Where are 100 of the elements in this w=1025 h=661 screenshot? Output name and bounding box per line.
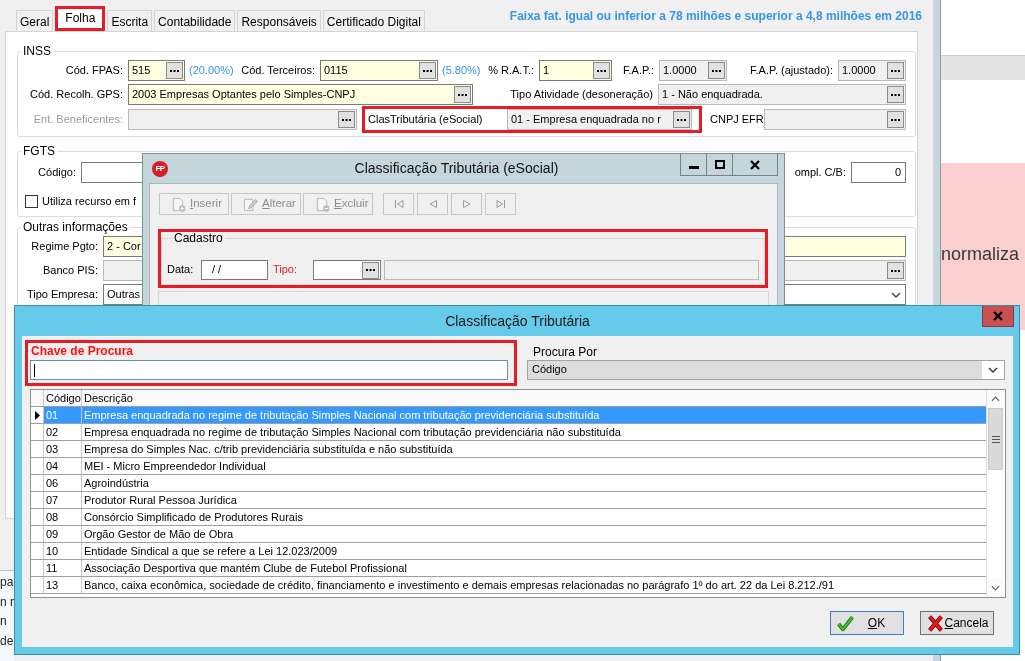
table-cell-text: Banco, caixa econômica, sociedade de crédito, financiamento e investimento e demais empresas relacionadas no parágrafo 1º do art. 22 da Lei 8.212./91 — [83, 578, 836, 593]
table-row[interactable]: 10 Entidade Sindical a que se refere a Lei 12.023/2009 — [31, 543, 986, 560]
ellipsis-icon — [597, 69, 606, 72]
lookup-button[interactable] — [887, 86, 904, 103]
tab[interactable]: Contabilidade — [154, 10, 236, 31]
text-field[interactable]: 2003 Empresas Optantes pelo Simples-CNPJ — [128, 84, 473, 105]
checkbox[interactable] — [25, 195, 38, 208]
text-field[interactable]: 1 — [539, 60, 612, 81]
ellipsis-icon — [891, 93, 900, 96]
text-fragment: n r — [0, 593, 14, 611]
field-label: Regime Pgto: — [30, 239, 98, 254]
tab[interactable]: Folha — [55, 6, 106, 31]
check-icon — [837, 614, 854, 632]
text-field[interactable]: 1.0000 — [838, 60, 906, 81]
date-field[interactable]: / / — [201, 260, 268, 280]
table-row[interactable]: 11 Associação Desportiva que mantém Clube de Futebol Profissional — [31, 560, 986, 577]
table-cell-text: Consórcio Simplificado de Produtores Rurais — [83, 510, 304, 525]
table-cell: 13 — [44, 577, 82, 593]
tab[interactable]: Responsáveis — [237, 10, 321, 31]
ellipsis-icon — [891, 269, 900, 272]
lookup-button[interactable] — [887, 262, 904, 279]
ellipsis-icon — [891, 118, 900, 121]
table-row[interactable]: 08 Consórcio Simplificado de Produtores Rurais — [31, 509, 986, 526]
ok-button[interactable]: OK — [830, 611, 904, 635]
triangle-right-icon — [461, 199, 472, 209]
lookup-button[interactable] — [673, 111, 690, 128]
text-field[interactable]: 0115 — [320, 60, 438, 81]
table-cell: 11 — [44, 560, 82, 576]
field-label: Tipo Atividade (desoneração) — [509, 87, 653, 102]
lookup-button[interactable] — [166, 62, 183, 79]
lookup-button[interactable] — [338, 111, 355, 128]
group-title: Outras informações — [22, 221, 129, 234]
text-field[interactable]: 515 — [128, 60, 185, 81]
text-cursor-icon — [34, 363, 35, 377]
tab[interactable]: Certificado Digital — [322, 10, 425, 31]
table-cell-text: Empresa do Simples Nac. c/trib previdenciária substituída e não substituída — [83, 442, 454, 457]
table-cell: 04 — [44, 458, 82, 474]
table-row[interactable]: 07 Produtor Rural Pessoa Jurídica — [31, 492, 986, 509]
table-row[interactable]: 04 MEI - Micro Empreendedor Individual — [31, 458, 986, 475]
search-field[interactable] — [30, 360, 508, 380]
table-cell: 09 — [44, 526, 82, 542]
lookup-button[interactable] — [887, 111, 904, 128]
dropdown[interactable]: Código — [527, 360, 1005, 380]
close-button[interactable] — [733, 154, 778, 176]
rate-text: (5.80%) — [442, 63, 482, 78]
checkbox-label: Utiliza recurso em f — [42, 194, 137, 209]
maximize-button[interactable] — [707, 154, 733, 176]
scrollbar-thumb[interactable] — [988, 408, 1003, 470]
text-field[interactable] — [384, 260, 759, 280]
window-title: Classificação Tributária — [445, 312, 590, 330]
table-cell-text: Entidade Sindical a que se refere a Lei 12.023/2009 — [83, 544, 339, 559]
tab[interactable]: Geral — [16, 10, 54, 31]
close-icon — [750, 159, 760, 170]
column-header[interactable]: Descrição — [82, 390, 986, 406]
minimize-icon — [688, 165, 699, 169]
table-cell: Empresa enquadrada no regime de tributação Simples Nacional com tributação previdenciária substituída — [82, 407, 986, 423]
ellipsis-icon — [423, 69, 432, 72]
scrollbar[interactable] — [986, 390, 1004, 596]
column-header[interactable]: Código — [44, 390, 82, 406]
lookup-button[interactable] — [887, 62, 904, 79]
table-cell-text: Empresa enquadrada no regime de tributação Simples Nacional com tributação previdenciária não substituída — [83, 425, 622, 440]
cancel-button[interactable]: Cancela — [920, 611, 994, 635]
text-field[interactable] — [128, 109, 357, 130]
text-field[interactable]: 1.0000 — [659, 60, 727, 81]
banner-text: normaliza — [941, 244, 1020, 266]
table-row[interactable]: 03 Empresa do Simples Nac. c/trib previdenciária substituída e não substituída — [31, 441, 986, 458]
field-label: Procura Por — [532, 345, 599, 359]
grip-icon — [991, 435, 1000, 443]
lookup-button[interactable] — [419, 62, 436, 79]
field-label: ompl. C/B: — [794, 165, 846, 180]
minimize-button[interactable] — [680, 154, 707, 176]
lookup-button[interactable] — [593, 62, 610, 79]
field-label: % R.A.T.: — [487, 63, 534, 78]
field-label: Cód. Terceiros: — [240, 63, 315, 78]
table-row[interactable]: 13 Banco, caixa econômica, sociedade de crédito, financiamento e investimento e demais empresas relacionadas no parágrafo 1º do art. 22 da Lei 8.212./91 — [31, 577, 986, 594]
table-row[interactable]: 06 Agroindústria — [31, 475, 986, 492]
table-cell: 02 — [44, 424, 82, 440]
chevron-down-icon — [991, 584, 1000, 591]
field-label: F.A.P.: — [622, 63, 654, 78]
lookup-button[interactable] — [362, 261, 379, 279]
table-cell: 01 — [44, 407, 82, 423]
table-cell: 10 — [44, 543, 82, 559]
lookup-button[interactable] — [708, 62, 725, 79]
table-row[interactable]: 09 Orgão Gestor de Mão de Obra — [31, 526, 986, 543]
ellipsis-icon — [342, 118, 351, 121]
text-field[interactable] — [313, 260, 381, 280]
text-field[interactable]: 01 - Empresa enquadrada no r — [507, 109, 692, 130]
group-title: Cadastro — [173, 232, 224, 245]
text-field[interactable]: 1 - Não enquadrada. — [658, 84, 906, 105]
table-cell-text: Orgão Gestor de Mão de Obra — [83, 527, 235, 542]
text-field[interactable] — [764, 109, 906, 130]
document-minus-icon — [315, 196, 330, 212]
text-field[interactable]: 0 — [851, 162, 906, 183]
notice-text: Faixa fat. igual ou inferior a 78 milhões e superior a 4,8 milhões em 2016 — [509, 9, 922, 24]
lookup-button[interactable] — [454, 86, 471, 103]
document-plus-icon — [171, 196, 186, 212]
tab[interactable]: Escrita — [107, 10, 153, 31]
table-row[interactable]: 02 Empresa enquadrada no regime de tributação Simples Nacional com tributação previdenciária não substituída — [31, 424, 986, 441]
table-cell-text: Agroindústria — [83, 476, 150, 491]
field-label: Cód. Recolh. GPS: — [29, 87, 123, 102]
